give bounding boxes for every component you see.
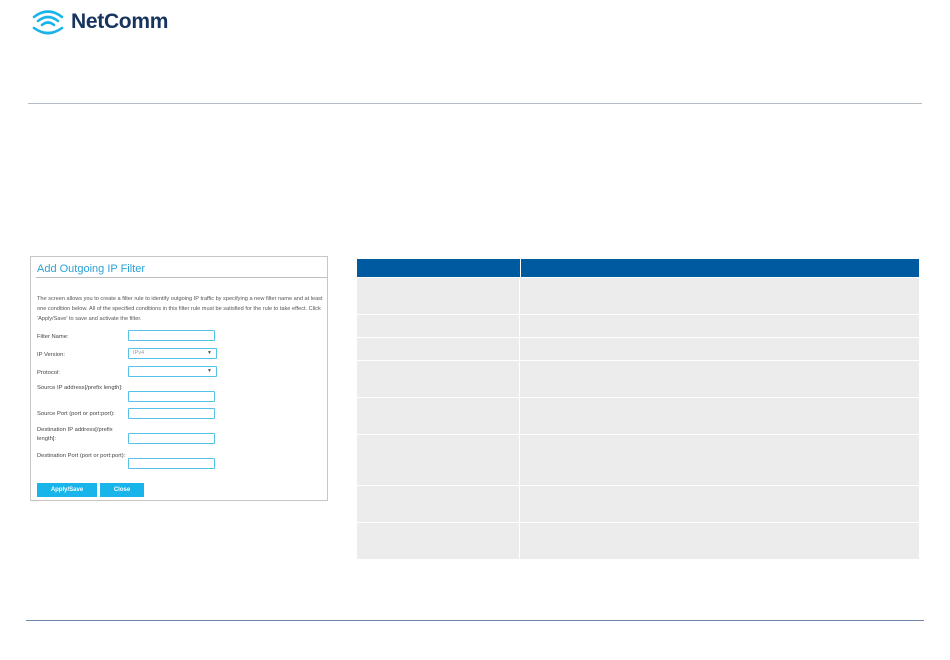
destination-port-label: Destination Port (port or port:port):	[37, 453, 126, 459]
table-row	[357, 485, 919, 522]
ip-version-select[interactable]: IPv4 ▼	[128, 348, 217, 359]
table-row	[357, 522, 919, 559]
settings-definition-table	[357, 259, 919, 559]
protocol-label: Protocol:	[37, 370, 60, 376]
table-header-definition	[521, 259, 919, 277]
destination-ip-label: Destination IP address[/prefix length]:	[37, 427, 113, 442]
table-cell-item	[357, 338, 520, 360]
table-cell-definition	[520, 278, 919, 314]
table-row	[357, 337, 919, 360]
table-cell-item	[357, 278, 520, 314]
table-cell-item	[357, 315, 520, 337]
table-cell-definition	[520, 338, 919, 360]
source-ip-label: Source IP address[/prefix length]:	[37, 385, 123, 391]
ip-version-label: IP Version:	[37, 352, 65, 358]
table-row	[357, 277, 919, 314]
close-button[interactable]: Close	[100, 483, 144, 497]
filter-name-label: Filter Name:	[37, 334, 69, 340]
dialog-title-divider	[36, 277, 327, 278]
ip-version-selected: IPv4	[133, 350, 145, 356]
logo-wordmark: NetComm	[71, 10, 169, 33]
table-cell-definition	[520, 315, 919, 337]
filter-name-input[interactable]	[128, 330, 215, 341]
dropdown-caret-icon: ▼	[207, 368, 212, 374]
table-header-item	[357, 259, 521, 277]
table-header	[357, 259, 919, 277]
dialog-title: Add Outgoing IP Filter	[37, 263, 146, 275]
dialog-description: The screen allows you to create a filter…	[37, 296, 323, 322]
table-cell-item	[357, 486, 520, 522]
dropdown-caret-icon: ▼	[207, 350, 212, 356]
source-ip-input[interactable]	[128, 391, 215, 402]
source-port-input[interactable]	[128, 408, 215, 419]
table-row	[357, 397, 919, 434]
table-row	[357, 314, 919, 337]
header-divider	[28, 103, 922, 104]
apply-save-button[interactable]: Apply/Save	[37, 483, 97, 497]
source-port-label: Source Port (port or port:port):	[37, 411, 115, 417]
protocol-select[interactable]: ▼	[128, 366, 217, 377]
table-row	[357, 360, 919, 397]
table-row	[357, 434, 919, 485]
netcomm-logo: NetComm	[31, 8, 168, 36]
table-cell-item	[357, 398, 520, 434]
table-cell-item	[357, 523, 520, 559]
destination-port-input[interactable]	[128, 458, 215, 469]
destination-ip-input[interactable]	[128, 433, 215, 444]
table-cell-definition	[520, 435, 919, 485]
table-cell-definition	[520, 523, 919, 559]
add-outgoing-ip-filter-dialog: Add Outgoing IP Filter The screen allows…	[30, 256, 328, 501]
table-cell-definition	[520, 486, 919, 522]
table-cell-definition	[520, 361, 919, 397]
table-cell-item	[357, 435, 520, 485]
footer-divider	[26, 620, 924, 621]
table-cell-item	[357, 361, 520, 397]
table-cell-definition	[520, 398, 919, 434]
wifi-logo-icon	[32, 10, 64, 35]
